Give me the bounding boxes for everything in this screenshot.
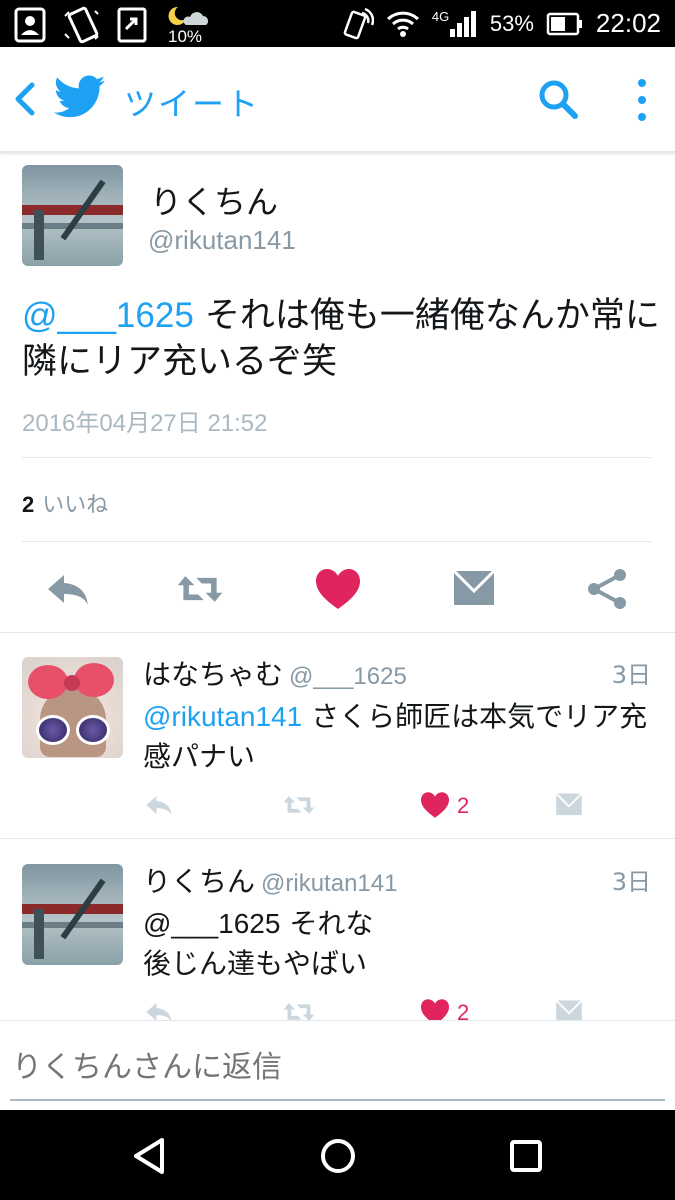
author-handle[interactable]: @rikutan141 <box>148 225 296 256</box>
reply-actions: 2 <box>0 998 675 1020</box>
like-label: いいね <box>42 493 109 518</box>
moon-cloud-icon <box>168 6 208 25</box>
signal-bars-icon <box>449 10 476 37</box>
retweet-icon[interactable] <box>176 567 224 611</box>
avatar[interactable] <box>22 864 123 965</box>
reply-author[interactable]: りくちん @rikutan141 <box>143 860 397 900</box>
clock: 22:02 <box>595 8 661 38</box>
search-icon[interactable] <box>536 77 580 121</box>
reply-author-handle: @rikutan141 <box>261 870 398 897</box>
nav-home-icon[interactable] <box>316 1134 360 1178</box>
reply-author-name: はなちゃむ <box>143 658 284 691</box>
mention-link[interactable]: @___1625 <box>22 296 194 335</box>
reply-text: @___1625 それな後じん達もやばい <box>143 904 653 984</box>
tweet-actions <box>0 559 675 619</box>
reply-time: 3日 <box>611 661 651 689</box>
signal-indicator: 4G <box>432 7 478 41</box>
input-underline <box>10 1099 665 1101</box>
reply-body-line1: それな <box>280 907 374 940</box>
retweet-icon[interactable] <box>282 791 316 819</box>
app-bar: ツイート <box>0 47 675 153</box>
divider <box>22 541 652 542</box>
reply-body-line2: 後じん達もやばい <box>143 947 368 980</box>
network-type: 4G <box>431 8 450 24</box>
mention-link[interactable]: @rikutan141 <box>143 701 302 732</box>
like-count: 2 <box>22 492 35 517</box>
reply-actions: 2 <box>0 791 675 831</box>
direct-message-icon[interactable] <box>450 567 498 611</box>
back-icon[interactable] <box>10 77 40 121</box>
reply-author-handle: @___1625 <box>289 663 407 690</box>
reply-time: 3日 <box>611 868 651 896</box>
reply-author[interactable]: はなちゃむ @___1625 <box>143 653 407 693</box>
direct-message-icon[interactable] <box>552 998 586 1020</box>
nav-back-icon[interactable] <box>128 1134 172 1178</box>
system-nav-bar <box>0 1110 675 1200</box>
divider <box>0 838 675 839</box>
direct-message-icon[interactable] <box>552 791 586 819</box>
screen-rotate-icon <box>64 6 99 44</box>
divider <box>0 632 675 633</box>
weather-indicator: 10% <box>164 5 210 46</box>
reply-like-count: 2 <box>457 793 470 818</box>
mention-link[interactable]: @___1625 <box>143 908 280 939</box>
author-name[interactable]: りくちん <box>150 177 278 223</box>
reply-icon[interactable] <box>142 791 176 819</box>
wifi-icon <box>386 11 419 37</box>
tweet-text: @___1625 それは俺も一緒俺なんか常に隣にリア充いるぞ笑 <box>22 293 662 385</box>
nfc-icon <box>343 7 374 39</box>
avatar[interactable] <box>22 165 123 266</box>
tweet-timestamp: 2016年04月27日 21:52 <box>22 410 268 437</box>
reply-icon[interactable] <box>142 998 176 1020</box>
reply-text: @rikutan141 さくら師匠は本気でリア充感パナい <box>143 697 653 777</box>
reply-icon[interactable] <box>44 567 92 611</box>
reply-input[interactable] <box>12 1047 662 1087</box>
reply-composer <box>0 1020 675 1110</box>
retweet-icon[interactable] <box>282 998 316 1020</box>
reply-author-name: りくちん <box>143 865 256 898</box>
like-heart-icon[interactable] <box>314 567 362 611</box>
avatar[interactable] <box>22 657 123 758</box>
weather-percent: 10% <box>168 27 203 46</box>
likes-summary[interactable]: 2 いいね <box>22 487 108 519</box>
battery-icon <box>546 12 582 35</box>
nav-recents-icon[interactable] <box>504 1134 548 1178</box>
like-heart-icon[interactable] <box>418 791 452 819</box>
more-vert-icon[interactable] <box>628 75 656 125</box>
share-screen-icon <box>117 7 147 43</box>
battery-percent: 53% <box>489 10 534 36</box>
share-icon[interactable] <box>584 567 632 611</box>
contact-card-icon <box>14 7 46 43</box>
reply-like-count: 2 <box>457 1000 470 1020</box>
twitter-bird-icon[interactable] <box>54 75 106 119</box>
page-title: ツイート <box>124 85 261 123</box>
like-heart-icon[interactable] <box>418 998 452 1020</box>
divider <box>22 457 652 458</box>
status-bar: 10% 4G 53% 22:02 <box>0 0 675 47</box>
